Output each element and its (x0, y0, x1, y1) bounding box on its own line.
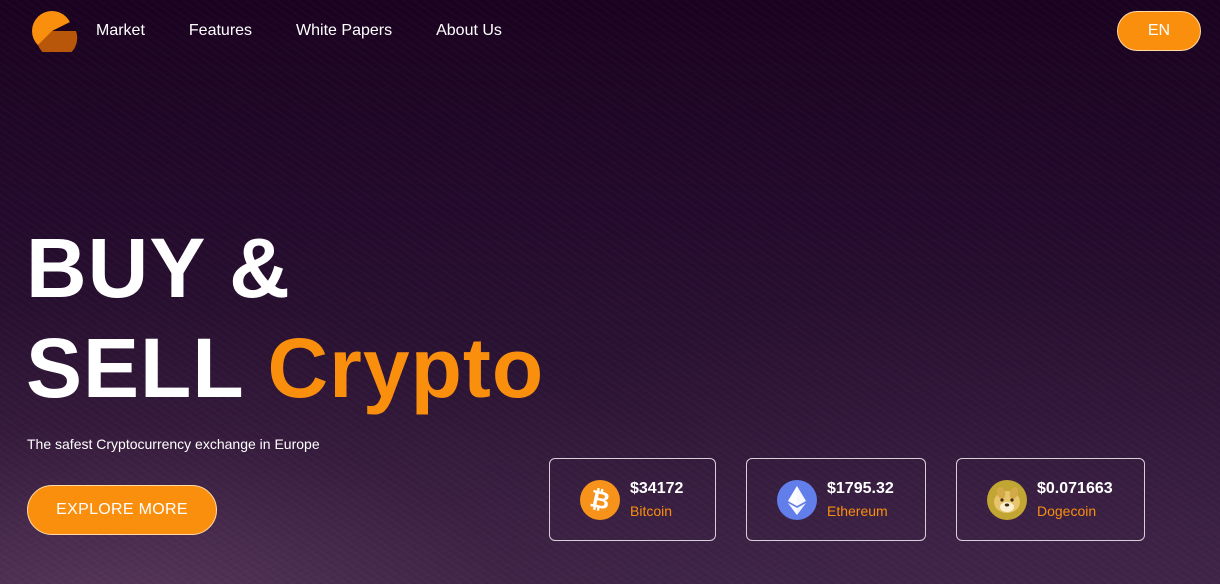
coin-info: $34172 Bitcoin (630, 479, 683, 520)
nav-link-features[interactable]: Features (189, 21, 252, 41)
coin-card-ethereum[interactable]: $1795.32 Ethereum (746, 458, 926, 541)
dogecoin-icon (987, 479, 1027, 520)
ethereum-icon (777, 479, 817, 520)
nav-link-market[interactable]: Market (96, 21, 145, 41)
nav-link-about-us[interactable]: About Us (436, 21, 502, 41)
coin-info: $1795.32 Ethereum (827, 479, 894, 520)
hero-subtitle: The safest Cryptocurrency exchange in Eu… (27, 436, 320, 452)
coin-name: Ethereum (827, 503, 888, 519)
coin-card-dogecoin[interactable]: $0.071663 Dogecoin (956, 458, 1145, 541)
hero-title-line1: BUY & (26, 221, 291, 315)
coin-name: Bitcoin (630, 503, 673, 519)
coin-price: $34172 (630, 480, 684, 497)
language-button[interactable]: EN (1117, 11, 1201, 51)
hero-title: BUY & SELL Crypto (26, 218, 544, 418)
hero-title-line2: SELL (26, 321, 244, 415)
coin-price: $1795.32 (827, 480, 894, 497)
bitcoin-icon: ₿ (580, 479, 620, 520)
coin-info: $0.071663 Dogecoin (1037, 479, 1113, 520)
explore-more-button[interactable]: EXPLORE MORE (27, 485, 217, 535)
hero-title-accent: Crypto (267, 321, 545, 415)
coin-card-bitcoin[interactable]: ₿ $34172 Bitcoin (549, 458, 716, 541)
logo-icon[interactable] (30, 10, 78, 59)
coin-price: $0.071663 (1037, 480, 1113, 497)
coin-name: Dogecoin (1037, 503, 1097, 519)
top-navigation: Market Features White Papers About Us EN (0, 0, 1220, 62)
nav-link-white-papers[interactable]: White Papers (296, 21, 392, 41)
nav-links: Market Features White Papers About Us (96, 21, 546, 41)
